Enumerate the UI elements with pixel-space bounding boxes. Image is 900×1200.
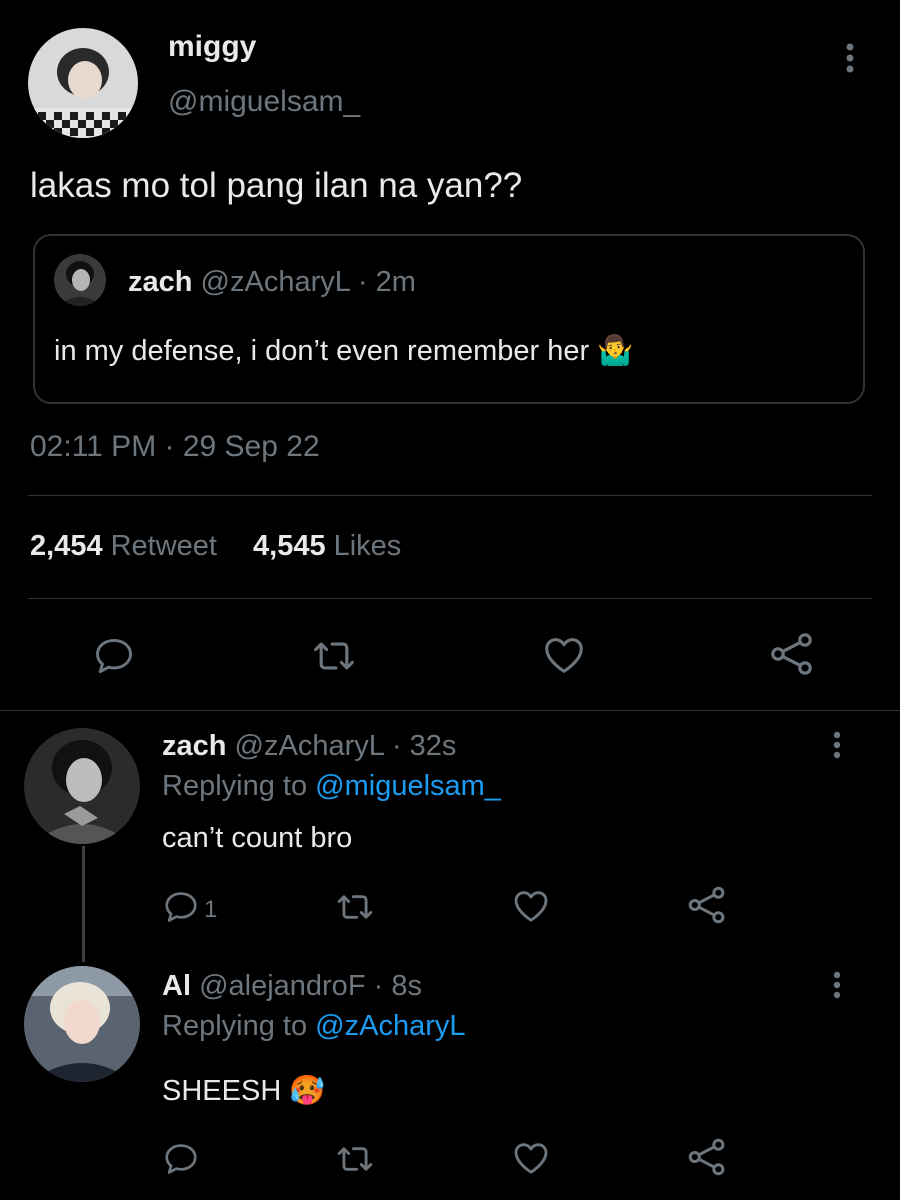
author-handle[interactable]: @miguelsam_ — [168, 85, 360, 119]
divider — [28, 598, 872, 599]
quote-time: 2m — [375, 266, 416, 298]
reply-author-line: zach @zAcharyL · 32s — [162, 730, 456, 763]
quote-author-handle[interactable]: @zAcharyL — [201, 266, 350, 298]
reply-separator: · — [391, 730, 402, 762]
reply-author-handle[interactable]: @alejandroF — [199, 970, 365, 1002]
tweet-timestamp[interactable]: 02:11 PM · 29 Sep 22 — [30, 430, 320, 464]
reply-icon[interactable] — [92, 634, 136, 678]
like-icon[interactable] — [510, 886, 552, 926]
author-name[interactable]: miggy — [168, 30, 256, 64]
replying-to-handle[interactable]: @zAcharyL — [315, 1010, 465, 1042]
replying-to-handle[interactable]: @miguelsam_ — [315, 770, 501, 802]
retweet-icon[interactable] — [310, 634, 358, 678]
reply-text: SHEESH 🥵 — [162, 1075, 326, 1107]
retweet-icon[interactable] — [334, 1140, 376, 1178]
quote-avatar-image — [54, 254, 106, 306]
replying-to-line: Replying to @miguelsam_ — [162, 770, 501, 803]
quote-author-name[interactable]: zach — [128, 266, 192, 298]
divider — [28, 495, 872, 496]
avatar-zach-image — [24, 728, 140, 844]
avatar-miggy[interactable] — [28, 28, 138, 138]
reply-count: 1 — [204, 896, 218, 923]
retweet-label[interactable]: Retweet — [111, 530, 217, 562]
share-icon[interactable] — [768, 630, 816, 678]
replying-to-line: Replying to @zAcharyL — [162, 1010, 465, 1043]
tweet-text: lakas mo tol pang ilan na yan?? — [30, 166, 523, 205]
avatar-zach[interactable] — [24, 728, 140, 844]
quoted-tweet[interactable] — [33, 234, 865, 404]
replying-to-label: Replying to — [162, 770, 308, 802]
tweet-stats: 2,454 Retweet 4,545 Likes — [30, 530, 401, 563]
avatar-al[interactable] — [24, 966, 140, 1082]
quote-separator: · — [357, 266, 368, 298]
reply-icon[interactable] — [162, 888, 200, 926]
like-count[interactable]: 4,545 — [253, 530, 326, 562]
reply-author-handle[interactable]: @zAcharyL — [235, 730, 384, 762]
reply-author-name[interactable]: Al — [162, 970, 191, 1002]
share-icon[interactable] — [686, 884, 728, 926]
retweet-icon[interactable] — [334, 888, 376, 926]
avatar-image — [28, 28, 138, 138]
retweet-count[interactable]: 2,454 — [30, 530, 103, 562]
more-vertical-icon[interactable] — [826, 970, 848, 1002]
more-vertical-icon[interactable] — [838, 42, 862, 76]
avatar-al-image — [24, 966, 140, 1082]
like-icon[interactable] — [540, 632, 588, 678]
quote-text: in my defense, i don’t even remember her… — [54, 335, 634, 367]
thread-connector — [82, 846, 85, 962]
replying-to-label: Replying to — [162, 1010, 308, 1042]
reply-time: 32s — [409, 730, 457, 762]
like-icon[interactable] — [510, 1138, 552, 1178]
quote-avatar[interactable] — [54, 254, 106, 306]
reply-author-name[interactable]: zach — [162, 730, 226, 762]
share-icon[interactable] — [686, 1136, 728, 1178]
reply-author-line: Al @alejandroF · 8s — [162, 970, 422, 1003]
reply-icon[interactable] — [162, 1140, 200, 1178]
like-label[interactable]: Likes — [334, 530, 402, 562]
divider — [0, 710, 900, 711]
reply-time: 8s — [391, 970, 422, 1002]
reply-separator: · — [373, 970, 384, 1002]
more-vertical-icon[interactable] — [826, 730, 848, 762]
reply-text: can’t count bro — [162, 822, 353, 854]
quote-author-line: zach @zAcharyL · 2m — [128, 266, 416, 299]
